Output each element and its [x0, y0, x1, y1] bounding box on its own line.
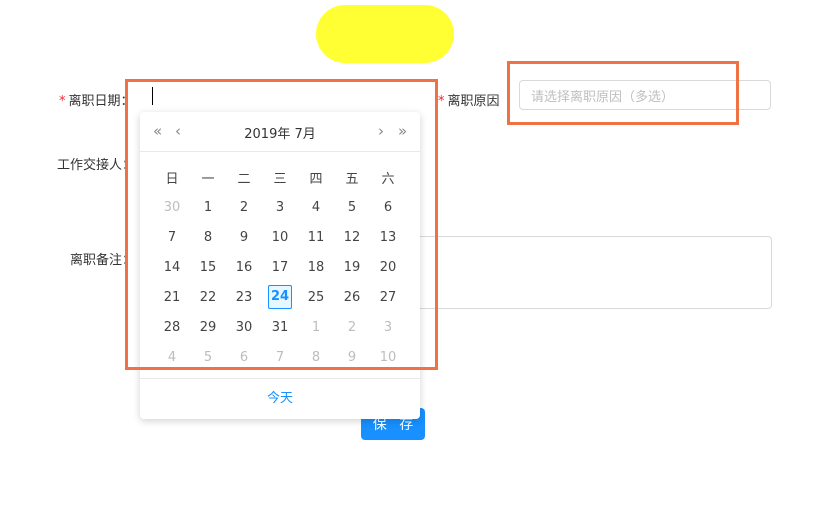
- calendar-day[interactable]: 6: [370, 200, 406, 215]
- calendar-day[interactable]: 12: [334, 230, 370, 245]
- weekday-label: 三: [273, 171, 287, 187]
- calendar-day[interactable]: 30: [226, 320, 262, 335]
- leave-date-input[interactable]: [138, 82, 428, 110]
- calendar-day[interactable]: 14: [154, 260, 190, 275]
- remark-label: 离职备注：: [70, 253, 136, 268]
- calendar-grid: 日 一 二 三 四 五 六 30 1 2 3 4 5 6 7 8 9 10 11…: [154, 162, 406, 372]
- required-mark: *: [59, 94, 66, 109]
- weekday-row: 日 一 二 三 四 五 六: [154, 162, 406, 192]
- calendar-week-row: 7 8 9 10 11 12 13: [154, 222, 406, 252]
- weekday-label: 日: [165, 171, 179, 187]
- redaction-mark: [316, 5, 454, 63]
- calendar-day[interactable]: 23: [226, 290, 262, 305]
- required-mark: *: [438, 94, 445, 109]
- calendar-day[interactable]: 13: [370, 230, 406, 245]
- calendar-day[interactable]: 3: [262, 200, 298, 215]
- date-picker-popup: « ‹ 2019年 7月 › » 日 一 二 三 四 五 六 30 1 2 3 …: [140, 112, 420, 419]
- weekday-label: 一: [201, 171, 215, 187]
- calendar-day[interactable]: 2: [334, 320, 370, 335]
- calendar-day[interactable]: 18: [298, 260, 334, 275]
- calendar-day[interactable]: 10: [262, 230, 298, 245]
- calendar-day[interactable]: 6: [226, 350, 262, 365]
- calendar-day[interactable]: 1: [190, 200, 226, 215]
- leave-reason-label: * 离职原因: [438, 94, 500, 109]
- calendar-day[interactable]: 27: [370, 290, 406, 305]
- calendar-day[interactable]: 11: [298, 230, 334, 245]
- calendar-day[interactable]: 21: [154, 290, 190, 305]
- calendar-day[interactable]: 4: [298, 200, 334, 215]
- calendar-day[interactable]: 20: [370, 260, 406, 275]
- calendar-day[interactable]: 30: [154, 200, 190, 215]
- weekday-label: 六: [381, 171, 395, 187]
- weekday-label: 二: [237, 171, 251, 187]
- calendar-day[interactable]: 26: [334, 290, 370, 305]
- calendar-day[interactable]: 29: [190, 320, 226, 335]
- calendar-day[interactable]: 10: [370, 350, 406, 365]
- leave-date-label: * 离职日期：: [59, 94, 134, 109]
- remark-textarea[interactable]: [410, 236, 772, 309]
- calendar-week-row: 30 1 2 3 4 5 6: [154, 192, 406, 222]
- handover-label: 工作交接人：: [57, 158, 136, 173]
- next-year-icon[interactable]: »: [398, 122, 407, 140]
- text-caret: [152, 87, 153, 105]
- next-month-icon[interactable]: ›: [378, 122, 384, 140]
- today-button[interactable]: 今天: [140, 378, 420, 419]
- calendar-day[interactable]: 25: [298, 290, 334, 305]
- calendar-day[interactable]: 2: [226, 200, 262, 215]
- calendar-day[interactable]: 1: [298, 320, 334, 335]
- calendar-day[interactable]: 9: [226, 230, 262, 245]
- leave-reason-select[interactable]: 请选择离职原因（多选）: [519, 80, 771, 110]
- calendar-day[interactable]: 5: [334, 200, 370, 215]
- calendar-day[interactable]: 19: [334, 260, 370, 275]
- calendar-day[interactable]: 9: [334, 350, 370, 365]
- weekday-label: 五: [345, 171, 359, 187]
- calendar-day[interactable]: 31: [262, 320, 298, 335]
- calendar-day[interactable]: 4: [154, 350, 190, 365]
- calendar-day-today[interactable]: 24: [262, 285, 298, 309]
- calendar-week-row: 4 5 6 7 8 9 10: [154, 342, 406, 372]
- calendar-week-row: 21 22 23 24 25 26 27: [154, 282, 406, 312]
- calendar-header: « ‹ 2019年 7月 › »: [140, 112, 420, 152]
- calendar-day[interactable]: 3: [370, 320, 406, 335]
- calendar-day[interactable]: 8: [298, 350, 334, 365]
- calendar-week-row: 28 29 30 31 1 2 3: [154, 312, 406, 342]
- weekday-label: 四: [309, 171, 323, 187]
- calendar-day[interactable]: 22: [190, 290, 226, 305]
- calendar-day[interactable]: 16: [226, 260, 262, 275]
- reason-placeholder: 请选择离职原因（多选）: [531, 89, 675, 105]
- calendar-day[interactable]: 8: [190, 230, 226, 245]
- calendar-day[interactable]: 5: [190, 350, 226, 365]
- calendar-day[interactable]: 15: [190, 260, 226, 275]
- calendar-day[interactable]: 7: [262, 350, 298, 365]
- calendar-week-row: 14 15 16 17 18 19 20: [154, 252, 406, 282]
- calendar-day[interactable]: 7: [154, 230, 190, 245]
- calendar-day[interactable]: 28: [154, 320, 190, 335]
- calendar-day[interactable]: 17: [262, 260, 298, 275]
- today-date: 24: [268, 285, 292, 309]
